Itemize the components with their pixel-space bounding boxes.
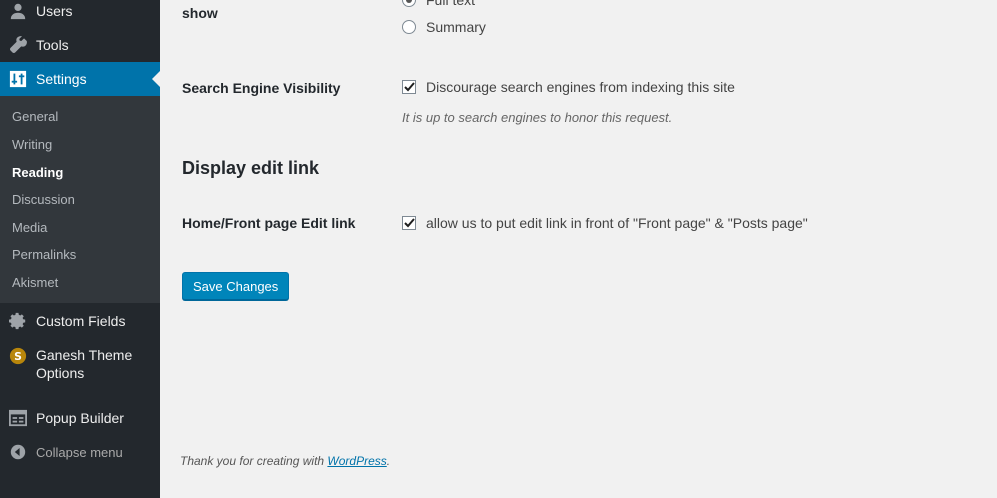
menu-label-tools: Tools [36, 37, 69, 53]
discourage-search-option[interactable]: Discourage search engines from indexing … [402, 79, 735, 95]
submenu-media[interactable]: Media [12, 220, 47, 235]
menu-item-settings[interactable]: Settings [0, 62, 160, 96]
radio-full-text-label: Full text [426, 0, 476, 8]
svg-text:S: S [14, 350, 22, 363]
submenu-writing[interactable]: Writing [12, 137, 52, 152]
menu-label-ganesh-line2: Options [36, 365, 85, 381]
edit-link-checkbox[interactable] [402, 216, 416, 230]
radio-summary-label: Summary [426, 19, 486, 35]
submenu-akismet[interactable]: Akismet [12, 275, 58, 290]
collapse-menu-button[interactable]: Collapse menu [0, 435, 160, 469]
search-engine-visibility-label: Search Engine Visibility [182, 80, 341, 96]
radio-full-text-option[interactable]: Full text [402, 0, 475, 8]
users-icon [0, 2, 36, 20]
popup-builder-icon [0, 409, 36, 427]
discourage-search-checkbox[interactable] [402, 80, 416, 94]
search-engine-description: It is up to search engines to honor this… [402, 110, 673, 125]
footer-thankyou: Thank you for creating with WordPress. [180, 454, 390, 468]
section-title-display-edit-link: Display edit link [182, 158, 320, 178]
checkmark-icon [403, 82, 415, 92]
radio-summary-option[interactable]: Summary [402, 19, 486, 35]
current-menu-arrow [152, 71, 160, 87]
menu-item-ganesh-theme-options[interactable]: S Ganesh Theme Options [0, 346, 160, 386]
wordpress-link[interactable]: WordPress [327, 454, 386, 468]
menu-item-custom-fields[interactable]: Custom Fields [0, 304, 160, 338]
settings-submenu: General Writing Reading Discussion Media… [0, 96, 160, 303]
ganesh-logo-icon: S [0, 346, 36, 365]
radio-full-text[interactable] [402, 0, 416, 7]
submenu-discussion[interactable]: Discussion [12, 192, 75, 207]
feed-show-label: show [182, 5, 218, 21]
submenu-reading[interactable]: Reading [12, 165, 63, 180]
menu-label-popup-builder: Popup Builder [36, 410, 124, 426]
save-changes-button[interactable]: Save Changes [182, 272, 290, 300]
menu-item-tools[interactable]: Tools [0, 28, 160, 62]
menu-label-ganesh-line1: Ganesh Theme [36, 347, 133, 363]
menu-label-collapse: Collapse menu [36, 444, 123, 460]
radio-summary[interactable] [402, 20, 416, 34]
submenu-permalinks[interactable]: Permalinks [12, 247, 76, 262]
footer-period: . [386, 454, 391, 468]
admin-sidebar: Users Tools Settings General Writing Rea… [0, 0, 160, 498]
edit-link-option[interactable]: allow us to put edit link in front of "F… [402, 215, 808, 231]
settings-main: show Full text Summary Search Engine Vis… [160, 0, 997, 498]
menu-label-custom-fields: Custom Fields [36, 313, 126, 329]
submenu-general[interactable]: General [12, 109, 58, 124]
wrench-icon [0, 36, 36, 54]
menu-item-popup-builder[interactable]: Popup Builder [0, 401, 160, 435]
settings-sliders-icon [0, 70, 36, 88]
footer-text: Thank you for creating with [180, 454, 328, 468]
discourage-search-label: Discourage search engines from indexing … [426, 79, 735, 95]
edit-link-checkbox-label: allow us to put edit link in front of "F… [426, 215, 808, 231]
menu-label-settings: Settings [36, 71, 87, 87]
checkmark-icon [403, 218, 415, 228]
menu-item-users[interactable]: Users [0, 0, 160, 28]
gear-icon [0, 312, 36, 330]
collapse-arrow-icon [0, 444, 36, 460]
menu-label-ganesh: Ganesh Theme Options [36, 346, 132, 382]
menu-label-users: Users [36, 3, 73, 19]
home-front-edit-link-label: Home/Front page Edit link [182, 215, 356, 231]
